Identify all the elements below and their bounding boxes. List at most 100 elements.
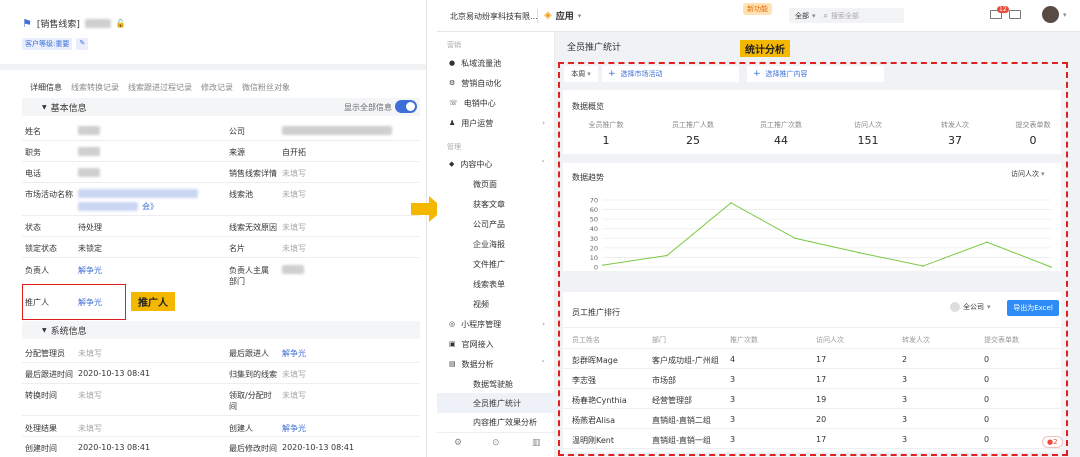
overview-card: 数据概览 全员推广数 1 员工推广人数 25 员工推广次数 44 访问人次 151 转发人次 37… xyxy=(563,90,1061,154)
company-scope-select[interactable]: 全公司 ▾ xyxy=(950,302,991,312)
sidebar-item-private-traffic[interactable]: ● 私域流量池 xyxy=(437,53,555,73)
data-point[interactable] xyxy=(1050,266,1052,268)
new-feature-badge[interactable]: 新功能 xyxy=(743,3,772,15)
field-activity-value[interactable] xyxy=(78,189,198,198)
tab-wechat-fans[interactable]: 微信粉丝对象 xyxy=(242,82,290,93)
sidebar-subitem-files[interactable]: 文件推广 xyxy=(437,254,555,274)
search-icon: ⌕ xyxy=(823,10,828,20)
sidebar-subitem-content-effect[interactable]: 内容推广效果分析 xyxy=(437,412,555,432)
trend-metric-select[interactable]: 访问人次 ▾ xyxy=(1011,169,1045,179)
tab-details[interactable]: 详细信息 xyxy=(30,82,62,93)
collapse-icon[interactable]: ▥ xyxy=(532,438,541,448)
export-excel-button[interactable]: 导出为Excel xyxy=(1007,300,1059,316)
sidebar-subitem-videos[interactable]: 视频 xyxy=(437,294,555,314)
tab-convert-log[interactable]: 线索转换记录 xyxy=(71,82,119,93)
ranking-cell: 杨燕君Alisa xyxy=(572,416,615,425)
data-point[interactable] xyxy=(602,264,604,266)
chevron-down-icon[interactable]: ▾ xyxy=(1063,11,1067,19)
global-search[interactable]: 全部 ▾ ⌕ 搜索全部 xyxy=(789,8,904,23)
ranking-column-header[interactable]: 访问人次 xyxy=(816,335,844,345)
ranking-row[interactable]: 杨燕君Alisa 直销组-直销二组 3 20 3 0 xyxy=(563,410,1061,429)
data-point[interactable] xyxy=(794,237,796,240)
sidebar-subitem-dashboard[interactable]: 数据驾驶舱 xyxy=(437,374,555,394)
help-float-button[interactable]: ●2 xyxy=(1042,436,1063,448)
avatar[interactable] xyxy=(1042,6,1059,23)
sidebar-subitem-micro-page[interactable]: 微页面 xyxy=(437,174,555,194)
field-card-value: 未填写 xyxy=(282,244,306,253)
field-source-label: 来源 xyxy=(229,148,245,157)
x-tick-label: 2020-10-12 xyxy=(584,270,622,272)
company-name[interactable]: 北京易动纷享科技有限... xyxy=(450,11,538,22)
sidebar-item-content-center[interactable]: ◆ 内容中心 ˅ xyxy=(437,154,555,174)
sidebar-item-automation[interactable]: ⚙ 营销自动化 xyxy=(437,73,555,93)
help-icon[interactable]: ⊙ xyxy=(492,438,500,448)
overview-stat-label: 全员推广数 xyxy=(588,121,624,129)
field-activity-tail[interactable]: 会》 xyxy=(142,201,158,212)
notification-count: 12 xyxy=(997,6,1009,13)
tab-follow-log[interactable]: 线索跟进过程记录 xyxy=(128,82,192,93)
content-select[interactable]: + 选择推广内容 xyxy=(747,66,884,82)
overview-stat-label: 转发人次 xyxy=(941,121,969,129)
lock-icon: 🔓 xyxy=(115,19,126,28)
x-tick-label: 2020-10-18 xyxy=(968,270,1006,272)
activity-select[interactable]: + 选择市场活动 xyxy=(602,66,739,82)
ranking-column-header[interactable]: 部门 xyxy=(652,335,666,345)
chat-icon: ● xyxy=(449,59,456,67)
show-all-toggle[interactable] xyxy=(395,100,417,113)
trend-chart: 0102030405060702020-10-122020-10-132020-… xyxy=(584,197,1061,272)
field-owner-dept-value xyxy=(282,265,304,274)
system-info-section[interactable]: ▼ 系统信息 xyxy=(22,321,420,339)
ranking-row[interactable]: 杨春艳Cynthia 经营管理部 3 19 3 0 xyxy=(563,390,1061,409)
layers-icon: ◆ xyxy=(449,160,455,168)
sidebar-subitem-staff-promo[interactable]: 全员推广统计 xyxy=(437,393,555,413)
tag-icon[interactable]: ✎ xyxy=(76,38,89,50)
ranking-row[interactable]: 彭群晖Mage 客户成功组-广州组 4 17 2 0 xyxy=(563,350,1061,369)
field-owner-value[interactable]: 解争光 xyxy=(78,265,102,276)
ranking-column-header[interactable]: 员工姓名 xyxy=(572,335,600,345)
sys-creator-value[interactable]: 解争光 xyxy=(282,423,306,434)
y-tick-label: 60 xyxy=(590,206,598,214)
field-promoter-value[interactable]: 解争光 xyxy=(78,297,102,308)
data-point[interactable] xyxy=(858,251,860,254)
sys-created-time-value: 2020-10-13 08:41 xyxy=(78,443,151,452)
sidebar-item-official-site[interactable]: ▣ 官网接入 xyxy=(437,334,555,354)
ranking-column-header[interactable]: 提交表单数 xyxy=(984,335,1019,345)
data-point[interactable] xyxy=(730,202,732,204)
gear-icon: ⚙ xyxy=(449,79,456,87)
sidebar-subitem-articles[interactable]: 获客文章 xyxy=(437,194,555,214)
ranking-row[interactable]: 温明刚Kent 直销组-直销一组 3 17 3 0 xyxy=(563,430,1061,449)
tab-modify-log[interactable]: 修改记录 xyxy=(201,82,233,93)
sidebar-item-user-ops[interactable]: ♟ 用户运营 › xyxy=(437,113,555,133)
ranking-row[interactable]: 李志强 市场部 3 17 3 0 xyxy=(563,370,1061,389)
sidebar-subitem-forms[interactable]: 线索表单 xyxy=(437,274,555,294)
sys-modified-time-value: 2020-10-13 08:41 xyxy=(282,443,355,452)
field-lead-pool-label: 线索池 xyxy=(229,190,253,199)
sidebar-subitem-products[interactable]: 公司产品 xyxy=(437,214,555,234)
field-position-label: 职务 xyxy=(25,148,41,157)
promoter-callout-tag: 推广人 xyxy=(131,292,175,311)
gear-icon[interactable]: ⚙ xyxy=(454,438,462,448)
sidebar-item-data-analysis[interactable]: ▤ 数据分析 ˅ xyxy=(437,354,555,374)
chevron-down-icon: ▾ xyxy=(577,11,582,20)
search-scope[interactable]: 全部 xyxy=(795,11,809,21)
sidebar-subitem-posters[interactable]: 企业海报 xyxy=(437,234,555,254)
inbox-icon[interactable] xyxy=(1009,10,1021,19)
ranking-cell: 市场部 xyxy=(652,376,676,385)
ranking-column-header[interactable]: 转发人次 xyxy=(902,335,930,345)
miniapp-icon: ◎ xyxy=(449,320,456,328)
data-point[interactable] xyxy=(986,241,988,243)
overview-stat-value: 25 xyxy=(686,134,700,147)
ranking-cell: 17 xyxy=(816,355,827,364)
ranking-cell: 0 xyxy=(984,395,990,404)
sidebar-item-mini-program[interactable]: ◎ 小程序管理 › xyxy=(437,314,555,334)
app-menu[interactable]: ◈ 应用 ▾ xyxy=(544,9,581,22)
sys-last-follower-value[interactable]: 解争光 xyxy=(282,348,306,359)
period-select[interactable]: 本周 ▾ xyxy=(564,66,598,82)
search-input[interactable]: 搜索全部 xyxy=(831,11,859,21)
data-point[interactable] xyxy=(922,265,924,267)
chevron-down-icon: ▾ xyxy=(987,303,991,311)
sidebar-item-telesales[interactable]: ☏ 电销中心 xyxy=(437,93,555,113)
ranking-column-header[interactable]: 推广次数 xyxy=(730,335,758,345)
data-point[interactable] xyxy=(666,254,668,257)
x-tick-label: 2020-10-17 xyxy=(904,270,942,272)
